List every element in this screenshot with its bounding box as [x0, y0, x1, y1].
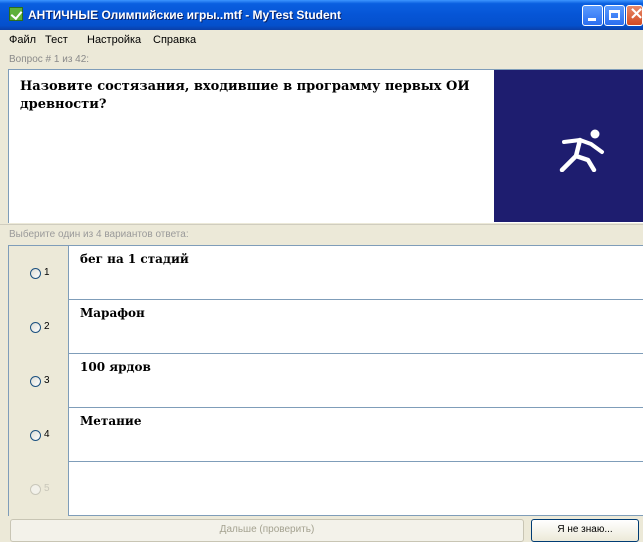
- answer-option-4[interactable]: 4 Метание: [9, 408, 643, 462]
- menu-settings[interactable]: Настройка: [87, 34, 141, 46]
- answer-option-2[interactable]: 2 Марафон: [9, 300, 643, 354]
- radio-button-disabled: [30, 484, 41, 495]
- dont-know-button[interactable]: Я не знаю...: [531, 519, 639, 542]
- divider: [0, 224, 643, 225]
- question-counter-bar: Вопрос # 1 из 42:: [0, 52, 643, 69]
- question-image: [494, 70, 643, 222]
- option-number: 1: [44, 267, 50, 278]
- option-number: 2: [44, 321, 50, 332]
- radio-cell[interactable]: 3: [9, 354, 68, 408]
- radio-cell: 5: [9, 462, 68, 516]
- answer-cell[interactable]: 100 ярдов: [68, 354, 643, 408]
- runner-icon: [559, 129, 604, 172]
- menu-help[interactable]: Справка: [153, 34, 196, 46]
- maximize-button[interactable]: [604, 5, 625, 26]
- question-counter: Вопрос # 1 из 42:: [9, 54, 90, 65]
- radio-button[interactable]: [30, 430, 41, 441]
- menu-file[interactable]: Файл: [9, 34, 36, 46]
- menu-test[interactable]: Тест: [45, 34, 68, 46]
- next-check-button[interactable]: Дальше (проверить): [10, 519, 524, 542]
- minimize-button[interactable]: [582, 5, 603, 26]
- answer-option-1[interactable]: 1 бег на 1 стадий: [9, 246, 643, 300]
- answer-option-3[interactable]: 3 100 ярдов: [9, 354, 643, 408]
- close-button[interactable]: [626, 3, 643, 26]
- answer-cell: [68, 462, 643, 516]
- answer-text: 100 ярдов: [80, 360, 151, 374]
- title-bar[interactable]: АНТИЧНЫЕ Олимпийские игры..mtf - MyTest …: [0, 0, 643, 30]
- answer-cell[interactable]: Марафон: [68, 300, 643, 354]
- option-number: 3: [44, 375, 50, 386]
- answer-option-5: 5: [9, 462, 643, 516]
- radio-cell[interactable]: 4: [9, 408, 68, 462]
- answer-text: Марафон: [80, 306, 145, 320]
- question-panel: Назовите состязания, входившие в програм…: [8, 69, 643, 223]
- answer-hint: Выберите один из 4 вариантов ответа:: [9, 229, 189, 240]
- radio-button[interactable]: [30, 268, 41, 279]
- radio-button[interactable]: [30, 376, 41, 387]
- window-title: АНТИЧНЫЕ Олимпийские игры..mtf - MyTest …: [28, 8, 341, 22]
- app-checkbox-icon: [9, 7, 23, 21]
- menu-bar: Файл Тест Настройка Справка: [0, 31, 643, 50]
- answer-cell[interactable]: Метание: [68, 408, 643, 462]
- answers-list: 1 бег на 1 стадий 2 Марафон 3 100 ярдов …: [8, 245, 643, 516]
- answer-text: Метание: [80, 414, 142, 428]
- radio-cell[interactable]: 1: [9, 246, 68, 300]
- answer-text: бег на 1 стадий: [80, 252, 189, 266]
- question-text: Назовите состязания, входившие в програм…: [20, 79, 470, 112]
- option-number: 4: [44, 429, 50, 440]
- answer-cell[interactable]: бег на 1 стадий: [68, 246, 643, 300]
- option-number: 5: [44, 483, 50, 494]
- radio-cell[interactable]: 2: [9, 300, 68, 354]
- radio-button[interactable]: [30, 322, 41, 333]
